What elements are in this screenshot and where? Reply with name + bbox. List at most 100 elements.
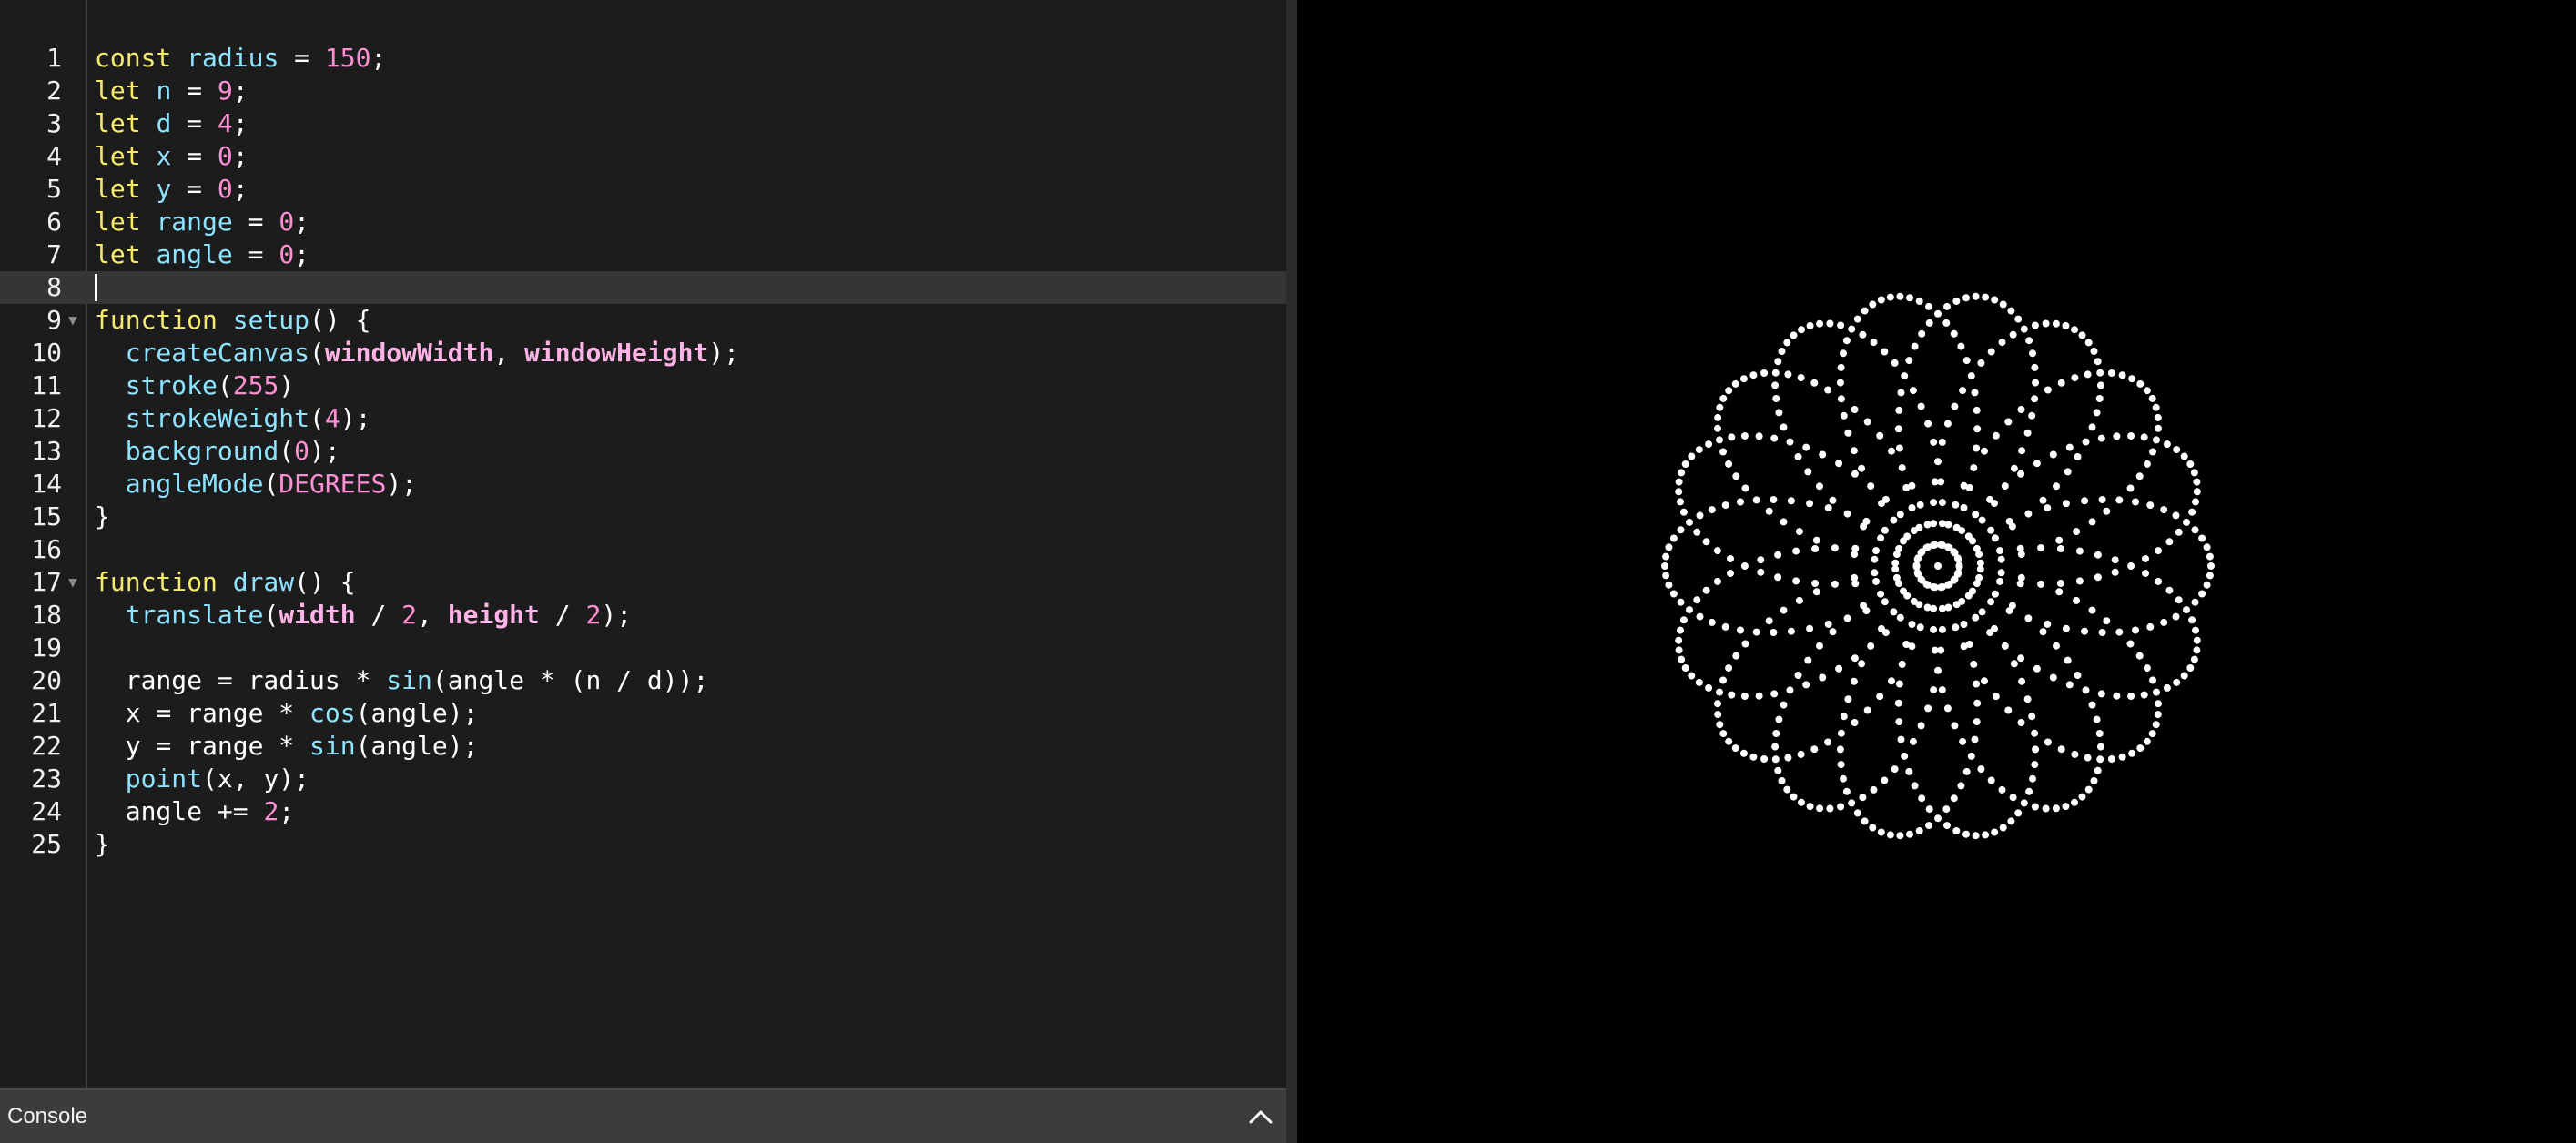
code-line-6[interactable]: 6 let range = 0; bbox=[0, 206, 1286, 238]
rose-point bbox=[1765, 507, 1773, 515]
rose-point bbox=[1851, 654, 1859, 663]
rose-point bbox=[1934, 309, 1942, 318]
code-line-23[interactable]: 23 point(x, y); bbox=[0, 763, 1286, 795]
code-token: ); bbox=[340, 403, 371, 433]
rose-point bbox=[2081, 497, 2089, 505]
pane-resize-handle[interactable] bbox=[1286, 0, 1297, 1143]
code-line-15[interactable]: 15} bbox=[0, 501, 1286, 533]
code-line-7[interactable]: 7 let angle = 0; bbox=[0, 238, 1286, 271]
code-text: x = range * cos(angle); bbox=[95, 697, 479, 730]
code-line-4[interactable]: 4 let x = 0; bbox=[0, 140, 1286, 173]
code-token: ; bbox=[232, 174, 248, 204]
rose-point bbox=[2042, 804, 2050, 813]
console-bar[interactable]: Console bbox=[0, 1088, 1286, 1143]
rose-point bbox=[1757, 556, 1765, 564]
code-line-17[interactable]: 17 ▼ function draw() { bbox=[0, 566, 1286, 599]
code-text: translate(width / 2, height / 2); bbox=[95, 599, 632, 632]
rose-point bbox=[1971, 735, 1979, 743]
rose-point bbox=[2044, 386, 2052, 394]
rose-point bbox=[2037, 544, 2045, 552]
rose-point bbox=[1891, 765, 1899, 774]
rose-point bbox=[1702, 586, 1710, 594]
rose-point bbox=[2128, 375, 2136, 383]
code-line-21[interactable]: 21 x = range * cos(angle); bbox=[0, 697, 1286, 730]
rose-point bbox=[1740, 432, 1749, 440]
rose-point bbox=[1917, 722, 1925, 730]
code-token: () { bbox=[294, 567, 356, 597]
rose-point bbox=[2192, 626, 2199, 634]
rose-point bbox=[1915, 827, 1923, 834]
code-line-16[interactable]: 16 bbox=[0, 533, 1286, 566]
rose-point bbox=[1675, 478, 1683, 486]
rose-point bbox=[1877, 590, 1885, 598]
rose-point bbox=[1877, 534, 1885, 542]
code-line-18[interactable]: 18 translate(width / 2, height / 2); bbox=[0, 599, 1286, 632]
fold-arrow-icon[interactable]: ▼ bbox=[66, 566, 80, 599]
rose-point bbox=[1786, 438, 1794, 446]
code-line-10[interactable]: 10 createCanvas(windowWidth, windowHeigh… bbox=[0, 337, 1286, 369]
rose-point bbox=[1909, 737, 1917, 745]
code-line-25[interactable]: 25} bbox=[0, 828, 1286, 861]
code-token: (angle); bbox=[355, 698, 479, 728]
code-line-2[interactable]: 2 let n = 9; bbox=[0, 75, 1286, 107]
code-editor[interactable]: 1 const radius = 150; 2 let n = 9; 3 let d = … bbox=[0, 0, 1286, 1143]
rose-point bbox=[1851, 406, 1859, 413]
rose-point bbox=[1678, 655, 1686, 663]
rose-point bbox=[1960, 481, 1968, 490]
rose-point bbox=[1867, 482, 1875, 491]
code-line-19[interactable]: 19 bbox=[0, 632, 1286, 664]
code-line-3[interactable]: 3 let d = 4; bbox=[0, 107, 1286, 140]
code-token: ); bbox=[708, 338, 740, 368]
code-line-22[interactable]: 22 y = range * sin(angle); bbox=[0, 730, 1286, 763]
rose-point bbox=[2098, 629, 2106, 636]
rose-point bbox=[1778, 348, 1786, 355]
rose-point bbox=[1972, 511, 1980, 519]
rose-point bbox=[2056, 545, 2064, 552]
rose-point bbox=[1938, 438, 1946, 446]
rose-point bbox=[1898, 660, 1906, 668]
rose-point bbox=[2009, 330, 2017, 339]
rose-point bbox=[1896, 511, 1904, 519]
rose-point bbox=[2024, 510, 2033, 518]
rose-point bbox=[1755, 692, 1763, 700]
rose-point bbox=[1740, 693, 1749, 700]
rose-point bbox=[1661, 562, 1668, 570]
rose-point bbox=[2095, 395, 2104, 402]
code-area[interactable]: 1 const radius = 150; 2 let n = 9; 3 let d = … bbox=[0, 42, 1286, 861]
rose-point bbox=[1938, 625, 1946, 633]
rose-point bbox=[2016, 544, 2024, 552]
rose-point bbox=[2031, 395, 2039, 403]
code-line-12[interactable]: 12 strokeWeight(4); bbox=[0, 402, 1286, 435]
text-cursor bbox=[95, 274, 97, 301]
rose-point bbox=[1737, 498, 1744, 506]
code-token: ); bbox=[386, 469, 418, 499]
rose-point bbox=[1888, 677, 1895, 685]
rose-point bbox=[1675, 488, 1683, 496]
rose-point bbox=[2107, 369, 2115, 377]
code-line-14[interactable]: 14 angleMode(DEGREES); bbox=[0, 468, 1286, 501]
code-line-13[interactable]: 13 background(0); bbox=[0, 435, 1286, 468]
code-line-11[interactable]: 11 stroke(255) bbox=[0, 369, 1286, 402]
line-number: 20 bbox=[31, 665, 62, 695]
code-line-9[interactable]: 9 ▼ function setup() { bbox=[0, 304, 1286, 337]
code-token: 4 bbox=[217, 108, 233, 138]
code-line-24[interactable]: 24 angle += 2; bbox=[0, 795, 1286, 828]
code-line-8[interactable]: 8 bbox=[0, 271, 1286, 304]
rose-point bbox=[1816, 482, 1823, 491]
rose-point bbox=[2192, 498, 2199, 506]
rose-point bbox=[1669, 534, 1678, 542]
fold-arrow-icon[interactable]: ▼ bbox=[66, 304, 80, 337]
code-line-20[interactable]: 20 range = radius * sin(angle * (n / d))… bbox=[0, 664, 1286, 697]
code-line-5[interactable]: 5 let y = 0; bbox=[0, 173, 1286, 206]
rose-point bbox=[2146, 622, 2155, 631]
code-line-1[interactable]: 1 const radius = 150; bbox=[0, 42, 1286, 75]
rose-point bbox=[1784, 370, 1792, 379]
rose-point bbox=[1934, 814, 1942, 823]
line-number: 23 bbox=[31, 764, 62, 794]
chevron-up-icon[interactable] bbox=[1242, 1098, 1279, 1135]
rose-point bbox=[1924, 420, 1932, 428]
rose-point bbox=[2203, 581, 2211, 589]
rose-point bbox=[2143, 460, 2151, 468]
